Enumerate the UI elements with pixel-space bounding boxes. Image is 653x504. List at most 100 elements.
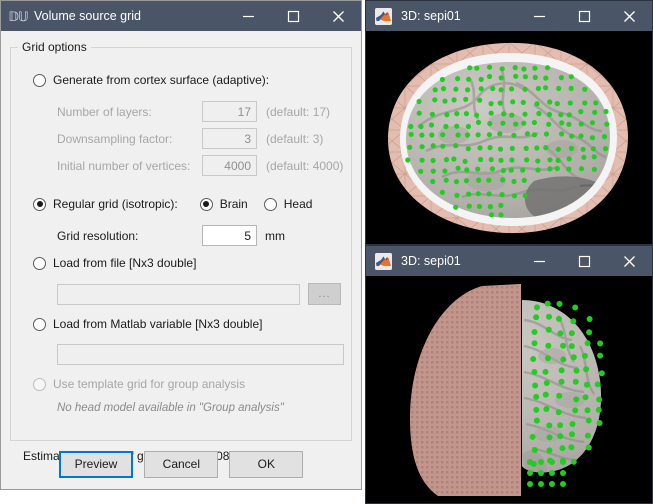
grid-point: [569, 134, 574, 139]
grid-point: [586, 418, 592, 424]
radio-template-grid-label: Use template grid for group analysis: [53, 377, 245, 391]
grid-point: [522, 112, 527, 117]
grid-point: [523, 87, 528, 92]
grid-point: [420, 158, 425, 163]
close-icon[interactable]: [316, 1, 361, 31]
matlab-icon: [375, 253, 392, 270]
grid-point: [585, 340, 591, 346]
minimize-icon[interactable]: [517, 246, 562, 276]
preview-button[interactable]: Preview: [59, 451, 134, 478]
number-of-layers-default: (default: 17): [266, 105, 330, 119]
grid-point: [500, 177, 505, 182]
grid-point: [568, 444, 574, 450]
figure-window-sagittal: 3D: sepi01: [365, 0, 653, 245]
grid-point: [433, 87, 438, 92]
radio-brain[interactable]: [200, 198, 213, 211]
grid-point: [599, 370, 605, 376]
figure-titlebar-coronal[interactable]: 3D: sepi01: [366, 246, 652, 276]
grid-point: [590, 120, 595, 125]
grid-point: [568, 100, 573, 105]
field-number-of-layers-row: Number of layers: 17 (default: 17): [57, 101, 330, 122]
grid-point: [572, 407, 578, 413]
grid-point: [521, 66, 526, 71]
radio-head[interactable]: [264, 198, 277, 211]
figure-title-coronal: 3D: sepi01: [401, 254, 517, 268]
minimize-icon[interactable]: [517, 1, 562, 31]
grid-point: [530, 434, 536, 440]
grid-point: [454, 179, 459, 184]
browse-button[interactable]: ...: [308, 283, 341, 305]
radio-regular-grid[interactable]: [33, 198, 46, 211]
radio-load-matlab-row[interactable]: Load from Matlab variable [Nx3 double]: [33, 317, 262, 331]
radio-load-file[interactable]: [33, 257, 46, 270]
grid-point: [478, 157, 483, 162]
grid-point: [453, 87, 458, 92]
radio-template-grid[interactable]: [33, 378, 46, 391]
downsampling-factor-input[interactable]: 3: [202, 128, 257, 149]
load-file-path-row: ...: [57, 283, 341, 305]
grid-point: [546, 422, 552, 428]
grid-point: [532, 66, 537, 71]
volume-source-grid-dialog: 𝔻𝕌 Volume source grid Grid options: [0, 0, 362, 490]
maximize-icon[interactable]: [562, 1, 607, 31]
radio-adaptive[interactable]: [33, 74, 46, 87]
grid-point: [583, 394, 589, 400]
radio-load-file-label: Load from file [Nx3 double]: [53, 256, 196, 270]
grid-point: [418, 169, 423, 174]
grid-resolution-unit: mm: [265, 229, 285, 243]
minimize-icon[interactable]: [226, 1, 271, 31]
grid-point: [467, 204, 472, 209]
radio-template-grid-row[interactable]: Use template grid for group analysis: [33, 377, 245, 391]
figure-window-controls-coronal: [517, 246, 652, 276]
grid-point: [465, 132, 470, 137]
grid-point: [573, 396, 579, 402]
grid-point: [585, 407, 591, 413]
grid-point: [499, 87, 504, 92]
cancel-button[interactable]: Cancel: [144, 451, 218, 478]
grid-point: [574, 368, 580, 374]
grid-point: [477, 145, 482, 150]
grid-point: [545, 301, 551, 307]
figure-canvas-coronal[interactable]: [366, 276, 652, 504]
grid-options-group: Grid options Generate from cortex surfac…: [10, 40, 352, 441]
dialog-body: Grid options Generate from cortex surfac…: [1, 31, 361, 489]
radio-adaptive-row[interactable]: Generate from cortex surface (adaptive):: [33, 73, 269, 87]
radio-regular-grid-row[interactable]: Regular grid (isotropic): Brain Head: [33, 197, 312, 211]
maximize-icon[interactable]: [562, 246, 607, 276]
grid-point: [477, 204, 482, 209]
load-matlab-variable-input[interactable]: [57, 344, 344, 365]
grid-point: [538, 459, 544, 465]
maximize-icon[interactable]: [271, 1, 316, 31]
figure-titlebar-sagittal[interactable]: 3D: sepi01: [366, 1, 652, 31]
ok-button[interactable]: OK: [229, 451, 303, 478]
grid-point: [581, 155, 586, 160]
grid-point: [513, 122, 518, 127]
grid-point: [440, 132, 445, 137]
radio-load-matlab[interactable]: [33, 318, 46, 331]
grid-point: [499, 75, 504, 80]
grid-point: [532, 383, 538, 389]
grid-resolution-input[interactable]: 5: [202, 225, 257, 246]
close-icon[interactable]: [607, 1, 652, 31]
dialog-titlebar[interactable]: 𝔻𝕌 Volume source grid: [1, 1, 361, 31]
grid-point: [475, 167, 480, 172]
grid-point: [454, 111, 459, 116]
grid-point: [501, 168, 506, 173]
grid-point: [555, 101, 560, 106]
grid-point: [595, 381, 601, 387]
load-file-path-input[interactable]: [57, 284, 300, 305]
grid-point: [465, 87, 470, 92]
dialog-window-controls: [226, 1, 361, 31]
grid-point: [451, 156, 456, 161]
grid-point: [479, 77, 484, 82]
grid-point: [488, 204, 493, 209]
number-of-layers-input[interactable]: 17: [202, 101, 257, 122]
grid-point: [560, 481, 566, 487]
initial-vertices-input[interactable]: 4000: [202, 155, 257, 176]
close-icon[interactable]: [607, 246, 652, 276]
grid-point: [477, 98, 482, 103]
grid-point: [560, 357, 566, 363]
radio-load-file-row[interactable]: Load from file [Nx3 double]: [33, 256, 196, 270]
grid-point: [566, 122, 571, 127]
figure-canvas-sagittal[interactable]: [366, 31, 652, 245]
